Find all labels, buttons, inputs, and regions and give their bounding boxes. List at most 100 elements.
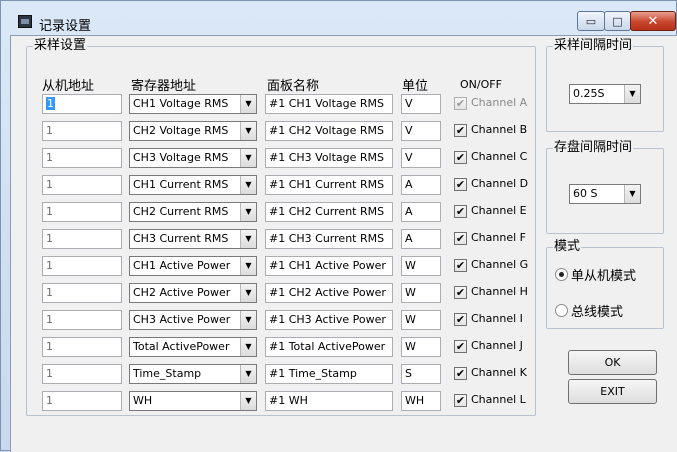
slave-address-input[interactable]: 1 bbox=[42, 148, 122, 168]
channel-label[interactable]: Channel K bbox=[471, 366, 527, 379]
unit-input[interactable]: A bbox=[401, 229, 441, 249]
unit-input[interactable]: A bbox=[401, 175, 441, 195]
slave-address-input[interactable]: 1 bbox=[42, 391, 122, 411]
register-address-select[interactable]: CH2 Voltage RMS ▼ bbox=[129, 121, 257, 141]
channel-checkbox[interactable]: ✔ bbox=[454, 286, 467, 299]
panel-name-input[interactable]: #1 Total ActivePower bbox=[265, 337, 393, 357]
unit-input[interactable]: V bbox=[401, 94, 441, 114]
panel-name-input[interactable]: #1 CH3 Current RMS bbox=[265, 229, 393, 249]
unit-input[interactable]: S bbox=[401, 364, 441, 384]
slave-address-input[interactable]: 1 bbox=[42, 337, 122, 357]
save-interval-select[interactable]: 60 S ▼ bbox=[569, 184, 641, 204]
register-address-select[interactable]: CH1 Current RMS ▼ bbox=[129, 175, 257, 195]
bus-mode-label[interactable]: 总线模式 bbox=[571, 301, 623, 320]
channel-label[interactable]: Channel B bbox=[471, 123, 527, 136]
unit-input[interactable]: W bbox=[401, 283, 441, 303]
panel-name-input[interactable]: #1 CH3 Voltage RMS bbox=[265, 148, 393, 168]
minimize-button[interactable]: ▭ bbox=[577, 11, 605, 31]
chevron-down-icon[interactable]: ▼ bbox=[240, 122, 256, 140]
close-button[interactable]: ✕ bbox=[630, 11, 676, 31]
slave-address-input[interactable]: 1 bbox=[42, 364, 122, 384]
slave-address-input[interactable]: 1 bbox=[42, 283, 122, 303]
register-address-select[interactable]: CH2 Active Power ▼ bbox=[129, 283, 257, 303]
register-address-select[interactable]: CH3 Active Power ▼ bbox=[129, 310, 257, 330]
channel-checkbox[interactable]: ✔ bbox=[454, 151, 467, 164]
channel-label[interactable]: Channel J bbox=[471, 339, 523, 352]
chevron-down-icon[interactable]: ▼ bbox=[240, 95, 256, 113]
slave-address-input[interactable]: 1 bbox=[42, 94, 122, 114]
slave-address-input[interactable]: 1 bbox=[42, 121, 122, 141]
chevron-down-icon[interactable]: ▼ bbox=[240, 392, 256, 410]
chevron-down-icon[interactable]: ▼ bbox=[240, 230, 256, 248]
channel-checkbox[interactable]: ✔ bbox=[454, 340, 467, 353]
unit-input[interactable]: V bbox=[401, 148, 441, 168]
channel-checkbox[interactable]: ✔ bbox=[454, 178, 467, 191]
channel-label[interactable]: Channel G bbox=[471, 258, 528, 271]
chevron-down-icon[interactable]: ▼ bbox=[240, 365, 256, 383]
chevron-down-icon[interactable]: ▼ bbox=[240, 284, 256, 302]
unit-input[interactable]: W bbox=[401, 310, 441, 330]
register-address-select[interactable]: Time_Stamp ▼ bbox=[129, 364, 257, 384]
panel-name-input[interactable]: #1 Time_Stamp bbox=[265, 364, 393, 384]
channel-label[interactable]: Channel I bbox=[471, 312, 523, 325]
chevron-down-icon[interactable]: ▼ bbox=[624, 85, 640, 103]
unit-input[interactable]: V bbox=[401, 121, 441, 141]
register-address-select[interactable]: CH2 Current RMS ▼ bbox=[129, 202, 257, 222]
channel-label[interactable]: Channel E bbox=[471, 204, 527, 217]
channel-checkbox[interactable]: ✔ bbox=[454, 124, 467, 137]
channel-checkbox[interactable]: ✔ bbox=[454, 205, 467, 218]
unit-input[interactable]: WH bbox=[401, 391, 441, 411]
chevron-down-icon[interactable]: ▼ bbox=[240, 176, 256, 194]
slave-address-input[interactable]: 1 bbox=[42, 229, 122, 249]
register-address-select[interactable]: Total ActivePower ▼ bbox=[129, 337, 257, 357]
channel-label[interactable]: Channel H bbox=[471, 285, 528, 298]
register-address-select[interactable]: CH3 Voltage RMS ▼ bbox=[129, 148, 257, 168]
channel-label[interactable]: Channel L bbox=[471, 393, 526, 406]
channel-checkbox[interactable]: ✔ bbox=[454, 232, 467, 245]
panel-name-input[interactable]: #1 CH1 Active Power bbox=[265, 256, 393, 276]
chevron-down-icon[interactable]: ▼ bbox=[240, 257, 256, 275]
exit-button[interactable]: EXIT bbox=[568, 379, 657, 404]
slave-address-input[interactable]: 1 bbox=[42, 202, 122, 222]
panel-name-input[interactable]: #1 WH bbox=[265, 391, 393, 411]
slave-address-input[interactable]: 1 bbox=[42, 175, 122, 195]
channel-checkbox[interactable]: ✔ bbox=[454, 313, 467, 326]
panel-name-input[interactable]: #1 CH3 Active Power bbox=[265, 310, 393, 330]
unit-input[interactable]: W bbox=[401, 337, 441, 357]
register-address-select[interactable]: CH3 Current RMS ▼ bbox=[129, 229, 257, 249]
panel-name-input[interactable]: #1 CH2 Current RMS bbox=[265, 202, 393, 222]
chevron-down-icon[interactable]: ▼ bbox=[240, 203, 256, 221]
single-slave-mode-label[interactable]: 单从机模式 bbox=[571, 265, 636, 284]
panel-name-input[interactable]: #1 CH2 Voltage RMS bbox=[265, 121, 393, 141]
unit-input[interactable]: A bbox=[401, 202, 441, 222]
channel-checkbox[interactable]: ✔ bbox=[454, 259, 467, 272]
channel-label[interactable]: Channel D bbox=[471, 177, 528, 190]
register-address-value: CH3 Active Power bbox=[133, 313, 231, 326]
chevron-down-icon[interactable]: ▼ bbox=[240, 149, 256, 167]
register-address-select[interactable]: CH1 Voltage RMS ▼ bbox=[129, 94, 257, 114]
panel-name-input[interactable]: #1 CH1 Current RMS bbox=[265, 175, 393, 195]
channel-checkbox[interactable]: ✔ bbox=[454, 394, 467, 407]
chevron-down-icon[interactable]: ▼ bbox=[240, 338, 256, 356]
panel-name-input[interactable]: #1 CH1 Voltage RMS bbox=[265, 94, 393, 114]
ok-button[interactable]: OK bbox=[568, 350, 657, 375]
channel-label[interactable]: Channel C bbox=[471, 150, 527, 163]
channel-label[interactable]: Channel A bbox=[471, 96, 527, 109]
channel-checkbox[interactable]: ✔ bbox=[454, 97, 467, 110]
channel-label[interactable]: Channel F bbox=[471, 231, 526, 244]
slave-address-input[interactable]: 1 bbox=[42, 256, 122, 276]
panel-name-input[interactable]: #1 CH2 Active Power bbox=[265, 283, 393, 303]
slave-address-input[interactable]: 1 bbox=[42, 310, 122, 330]
register-address-select[interactable]: WH ▼ bbox=[129, 391, 257, 411]
chevron-down-icon[interactable]: ▼ bbox=[624, 185, 640, 203]
chevron-down-icon[interactable]: ▼ bbox=[240, 311, 256, 329]
register-address-value: CH2 Active Power bbox=[133, 286, 231, 299]
channel-checkbox[interactable]: ✔ bbox=[454, 367, 467, 380]
single-slave-mode-radio[interactable] bbox=[555, 268, 568, 281]
title-bar[interactable]: 记录设置 ▭ □ ✕ bbox=[1, 1, 677, 35]
unit-input[interactable]: W bbox=[401, 256, 441, 276]
maximize-button[interactable]: □ bbox=[604, 11, 631, 31]
sample-interval-select[interactable]: 0.25S ▼ bbox=[569, 84, 641, 104]
register-address-select[interactable]: CH1 Active Power ▼ bbox=[129, 256, 257, 276]
bus-mode-radio[interactable] bbox=[555, 304, 568, 317]
